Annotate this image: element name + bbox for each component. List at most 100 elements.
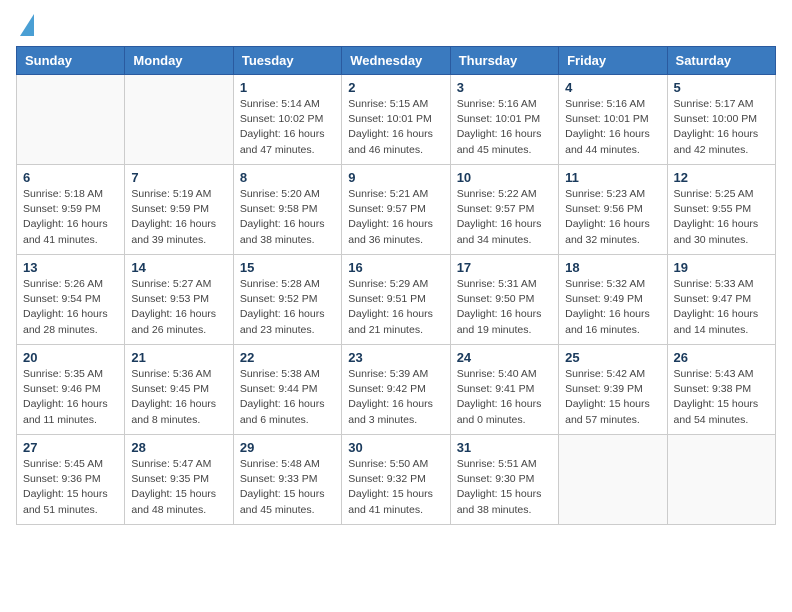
day-number: 9: [348, 170, 443, 185]
calendar-week-row: 13 Sunrise: 5:26 AM Sunset: 9:54 PM Dayli…: [17, 255, 776, 345]
calendar-cell: 4Sunrise: 5:16 AM Sunset: 10:01 PM Dayli…: [559, 75, 667, 165]
calendar-cell: 3 Sunrise: 5:16 AM Sunset: 10:01 PM Dayli…: [450, 75, 558, 165]
calendar-week-row: 6 Sunrise: 5:18 AM Sunset: 9:59 PM Daylig…: [17, 165, 776, 255]
day-number: 16: [348, 260, 443, 275]
day-number: 2: [348, 80, 443, 95]
calendar-cell: 19 Sunrise: 5:33 AM Sunset: 9:47 PM Dayli…: [667, 255, 775, 345]
calendar-cell: 11Sunrise: 5:23 AM Sunset: 9:56 PM Dayli…: [559, 165, 667, 255]
day-info: Sunrise: 5:42 AM Sunset: 9:39 PM Dayligh…: [565, 367, 660, 428]
calendar-cell: 31 Sunrise: 5:51 AM Sunset: 9:30 PM Dayli…: [450, 435, 558, 525]
calendar-week-row: 1 Sunrise: 5:14 AM Sunset: 10:02 PM Dayli…: [17, 75, 776, 165]
calendar-cell: [17, 75, 125, 165]
day-number: 31: [457, 440, 552, 455]
day-number: 19: [674, 260, 769, 275]
day-info: Sunrise: 5:14 AM Sunset: 10:02 PM Daylig…: [240, 97, 335, 158]
day-info: Sunrise: 5:32 AM Sunset: 9:49 PM Dayligh…: [565, 277, 660, 338]
calendar-cell: 20 Sunrise: 5:35 AM Sunset: 9:46 PM Dayli…: [17, 345, 125, 435]
day-info: Sunrise: 5:15 AM Sunset: 10:01 PM Daylig…: [348, 97, 443, 158]
weekday-header-friday: Friday: [559, 47, 667, 75]
day-number: 15: [240, 260, 335, 275]
day-info: Sunrise: 5:35 AM Sunset: 9:46 PM Dayligh…: [23, 367, 118, 428]
day-info: Sunrise: 5:51 AM Sunset: 9:30 PM Dayligh…: [457, 457, 552, 518]
day-number: 30: [348, 440, 443, 455]
day-info: Sunrise: 5:31 AM Sunset: 9:50 PM Dayligh…: [457, 277, 552, 338]
day-number: 7: [131, 170, 226, 185]
calendar-cell: 1 Sunrise: 5:14 AM Sunset: 10:02 PM Dayli…: [233, 75, 341, 165]
calendar-table: SundayMondayTuesdayWednesdayThursdayFrid…: [16, 46, 776, 525]
calendar-cell: 6 Sunrise: 5:18 AM Sunset: 9:59 PM Daylig…: [17, 165, 125, 255]
day-number: 29: [240, 440, 335, 455]
day-info: Sunrise: 5:43 AM Sunset: 9:38 PM Dayligh…: [674, 367, 769, 428]
calendar-cell: 14 Sunrise: 5:27 AM Sunset: 9:53 PM Dayli…: [125, 255, 233, 345]
calendar-cell: 2 Sunrise: 5:15 AM Sunset: 10:01 PM Dayli…: [342, 75, 450, 165]
calendar-cell: 21 Sunrise: 5:36 AM Sunset: 9:45 PM Dayli…: [125, 345, 233, 435]
day-info: Sunrise: 5:39 AM Sunset: 9:42 PM Dayligh…: [348, 367, 443, 428]
calendar-cell: 10 Sunrise: 5:22 AM Sunset: 9:57 PM Dayli…: [450, 165, 558, 255]
weekday-header-saturday: Saturday: [667, 47, 775, 75]
day-number: 10: [457, 170, 552, 185]
calendar-cell: 12 Sunrise: 5:25 AM Sunset: 9:55 PM Dayli…: [667, 165, 775, 255]
calendar-cell: 7 Sunrise: 5:19 AM Sunset: 9:59 PM Daylig…: [125, 165, 233, 255]
calendar-cell: 18Sunrise: 5:32 AM Sunset: 9:49 PM Dayli…: [559, 255, 667, 345]
day-number: 3: [457, 80, 552, 95]
day-info: Sunrise: 5:20 AM Sunset: 9:58 PM Dayligh…: [240, 187, 335, 248]
weekday-header-thursday: Thursday: [450, 47, 558, 75]
day-number: 27: [23, 440, 118, 455]
day-info: Sunrise: 5:22 AM Sunset: 9:57 PM Dayligh…: [457, 187, 552, 248]
calendar-cell: 28 Sunrise: 5:47 AM Sunset: 9:35 PM Dayli…: [125, 435, 233, 525]
calendar-week-row: 20 Sunrise: 5:35 AM Sunset: 9:46 PM Dayli…: [17, 345, 776, 435]
day-info: Sunrise: 5:16 AM Sunset: 10:01 PM Daylig…: [457, 97, 552, 158]
page-header: [16, 16, 776, 38]
calendar-cell: 22 Sunrise: 5:38 AM Sunset: 9:44 PM Dayli…: [233, 345, 341, 435]
day-number: 5: [674, 80, 769, 95]
day-number: 14: [131, 260, 226, 275]
calendar-cell: 29 Sunrise: 5:48 AM Sunset: 9:33 PM Dayli…: [233, 435, 341, 525]
day-number: 28: [131, 440, 226, 455]
calendar-cell: [125, 75, 233, 165]
day-number: 26: [674, 350, 769, 365]
calendar-cell: 25 Sunrise: 5:42 AM Sunset: 9:39 PM Dayli…: [559, 345, 667, 435]
calendar-cell: 27Sunrise: 5:45 AM Sunset: 9:36 PM Dayli…: [17, 435, 125, 525]
logo-triangle-icon: [20, 14, 34, 36]
day-number: 20: [23, 350, 118, 365]
day-info: Sunrise: 5:36 AM Sunset: 9:45 PM Dayligh…: [131, 367, 226, 428]
day-number: 25: [565, 350, 660, 365]
weekday-header-tuesday: Tuesday: [233, 47, 341, 75]
day-info: Sunrise: 5:25 AM Sunset: 9:55 PM Dayligh…: [674, 187, 769, 248]
day-number: 11: [565, 170, 660, 185]
calendar-cell: 23Sunrise: 5:39 AM Sunset: 9:42 PM Dayli…: [342, 345, 450, 435]
day-info: Sunrise: 5:27 AM Sunset: 9:53 PM Dayligh…: [131, 277, 226, 338]
day-number: 1: [240, 80, 335, 95]
day-number: 22: [240, 350, 335, 365]
calendar-cell: [667, 435, 775, 525]
weekday-header-monday: Monday: [125, 47, 233, 75]
day-number: 8: [240, 170, 335, 185]
day-info: Sunrise: 5:17 AM Sunset: 10:00 PM Daylig…: [674, 97, 769, 158]
day-info: Sunrise: 5:19 AM Sunset: 9:59 PM Dayligh…: [131, 187, 226, 248]
day-info: Sunrise: 5:21 AM Sunset: 9:57 PM Dayligh…: [348, 187, 443, 248]
day-number: 6: [23, 170, 118, 185]
weekday-header-wednesday: Wednesday: [342, 47, 450, 75]
calendar-cell: 15 Sunrise: 5:28 AM Sunset: 9:52 PM Dayli…: [233, 255, 341, 345]
day-number: 21: [131, 350, 226, 365]
day-number: 24: [457, 350, 552, 365]
calendar-cell: 9 Sunrise: 5:21 AM Sunset: 9:57 PM Daylig…: [342, 165, 450, 255]
day-info: Sunrise: 5:18 AM Sunset: 9:59 PM Dayligh…: [23, 187, 118, 248]
day-info: Sunrise: 5:47 AM Sunset: 9:35 PM Dayligh…: [131, 457, 226, 518]
day-info: Sunrise: 5:38 AM Sunset: 9:44 PM Dayligh…: [240, 367, 335, 428]
calendar-cell: 5 Sunrise: 5:17 AM Sunset: 10:00 PM Dayli…: [667, 75, 775, 165]
day-info: Sunrise: 5:50 AM Sunset: 9:32 PM Dayligh…: [348, 457, 443, 518]
day-info: Sunrise: 5:26 AM Sunset: 9:54 PM Dayligh…: [23, 277, 118, 338]
calendar-cell: 24 Sunrise: 5:40 AM Sunset: 9:41 PM Dayli…: [450, 345, 558, 435]
day-info: Sunrise: 5:28 AM Sunset: 9:52 PM Dayligh…: [240, 277, 335, 338]
day-number: 12: [674, 170, 769, 185]
day-number: 17: [457, 260, 552, 275]
day-number: 13: [23, 260, 118, 275]
day-info: Sunrise: 5:48 AM Sunset: 9:33 PM Dayligh…: [240, 457, 335, 518]
calendar-cell: 8 Sunrise: 5:20 AM Sunset: 9:58 PM Daylig…: [233, 165, 341, 255]
day-info: Sunrise: 5:33 AM Sunset: 9:47 PM Dayligh…: [674, 277, 769, 338]
day-number: 4: [565, 80, 660, 95]
weekday-header-sunday: Sunday: [17, 47, 125, 75]
day-info: Sunrise: 5:40 AM Sunset: 9:41 PM Dayligh…: [457, 367, 552, 428]
logo: [16, 16, 34, 38]
